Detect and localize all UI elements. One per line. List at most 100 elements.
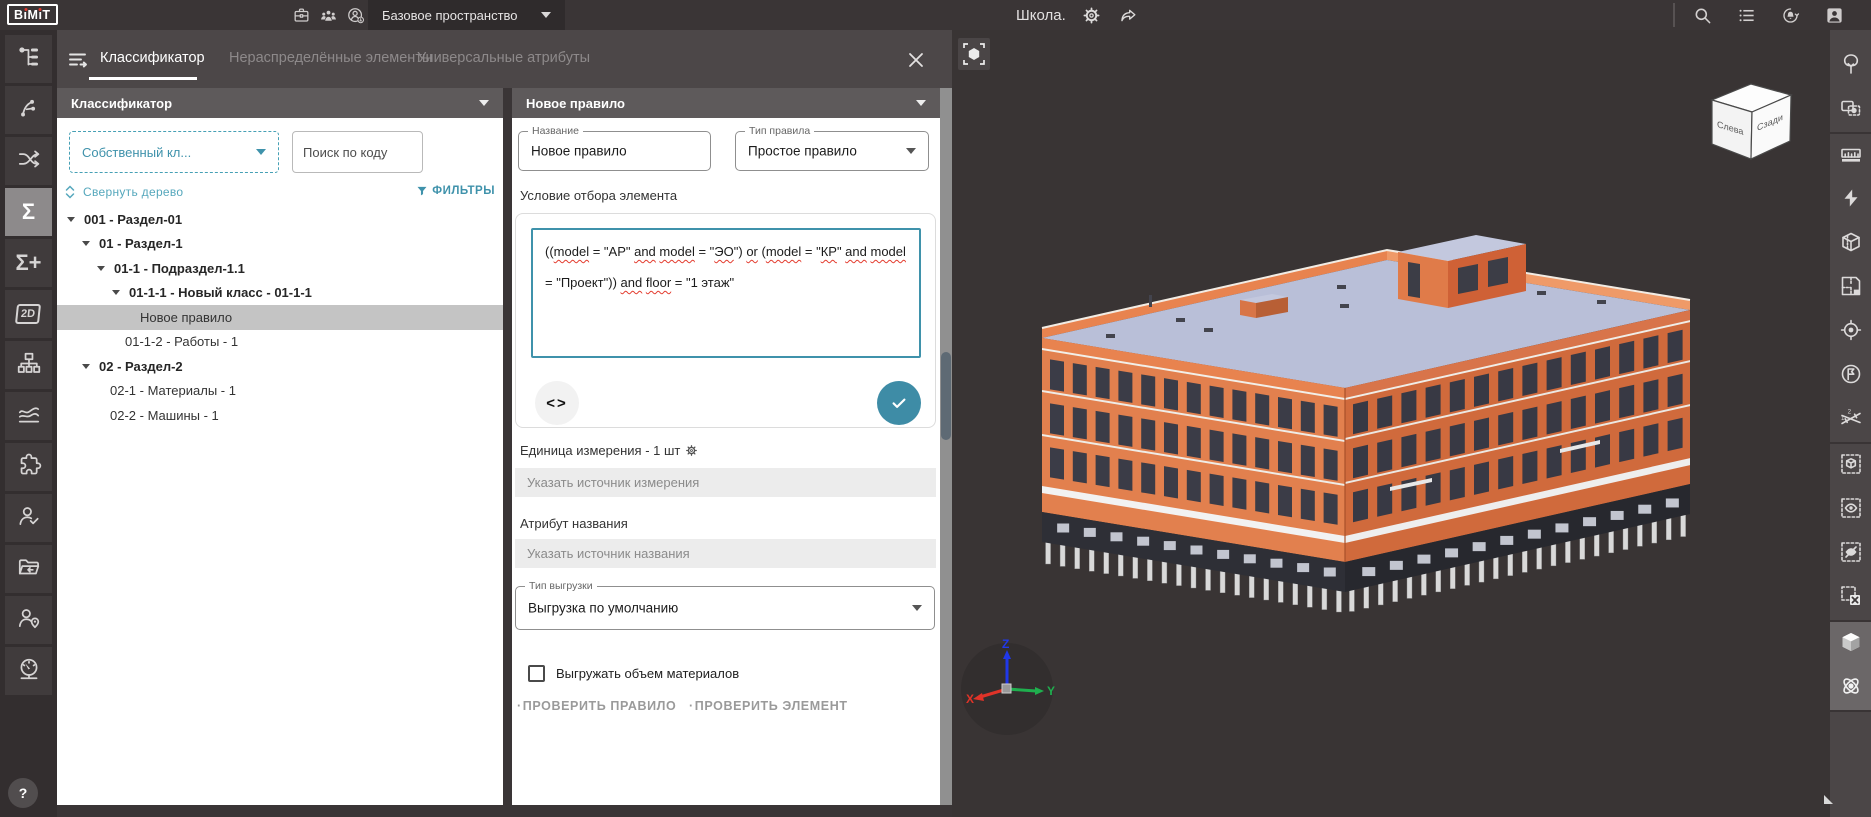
- tree-expand-caret-icon[interactable]: [82, 364, 90, 369]
- unit-gear-icon[interactable]: [685, 444, 698, 457]
- viewport-tool-flag[interactable]: [1830, 354, 1871, 398]
- tree-expand-caret-icon[interactable]: [67, 217, 75, 222]
- tree-item[interactable]: 02-2 - Машины - 1: [57, 403, 503, 428]
- viewport-tool-compare-versions[interactable]: 12: [1830, 398, 1871, 442]
- axis-z-label: Z: [1002, 637, 1009, 651]
- sidebar-item-puzzle[interactable]: [5, 443, 52, 491]
- orbit-icon: [1839, 674, 1863, 703]
- viewport-tool-section-box[interactable]: [1830, 222, 1871, 266]
- condition-input[interactable]: ((model = "АР" and model = "ЭО") or (mod…: [531, 228, 921, 358]
- rule-panel-header[interactable]: Новое правило: [512, 88, 940, 118]
- tree-item[interactable]: 02 - Раздел-2: [57, 354, 503, 379]
- team-icon[interactable]: [317, 4, 339, 26]
- tree-item[interactable]: 02-1 - Материалы - 1: [57, 379, 503, 404]
- collapse-tree-button[interactable]: Свернуть дерево: [64, 185, 183, 199]
- filters-button[interactable]: ФИЛЬТРЫ: [416, 185, 495, 197]
- tab-classifier[interactable]: Классификатор: [100, 50, 205, 66]
- viewport-tool-hide-eye[interactable]: [1830, 532, 1871, 576]
- view-cube[interactable]: Слева Сзади: [1712, 84, 1791, 159]
- sidebar-item-user-check[interactable]: [5, 494, 52, 542]
- viewport-tool-show-eye[interactable]: [1830, 488, 1871, 532]
- unit-source-field[interactable]: Указать источник измерения: [515, 468, 936, 497]
- sidebar-item-view-2d[interactable]: 2D: [5, 290, 52, 338]
- search-icon[interactable]: [1690, 3, 1714, 27]
- tree-expand-caret-icon[interactable]: [82, 241, 90, 246]
- locate-icon: [1839, 318, 1863, 347]
- avatar-icon[interactable]: [1822, 3, 1846, 27]
- tree-expand-caret-icon[interactable]: [112, 290, 120, 295]
- filters-label: ФИЛЬТРЫ: [432, 185, 495, 197]
- tree-item-label: 02-2 - Машины - 1: [110, 408, 219, 423]
- notifications-icon[interactable]: [1778, 3, 1802, 27]
- tree-item[interactable]: 01 - Раздел-1: [57, 232, 503, 257]
- tab-universal-attributes[interactable]: Универсальные атрибуты: [417, 50, 590, 66]
- floor-plan-icon: [1839, 274, 1863, 303]
- sidebar-item-shuffle[interactable]: [5, 137, 52, 185]
- check-rule-button[interactable]: ПРОВЕРИТЬ ПРАВИЛО: [517, 699, 676, 713]
- tree-item[interactable]: 01-1-1 - Новый класс - 01-1-1: [57, 281, 503, 306]
- settings-gear-icon[interactable]: [1081, 4, 1103, 26]
- classifier-select[interactable]: Собственный кл...: [69, 131, 279, 173]
- clear-selection-icon: [1839, 584, 1863, 613]
- tree-item[interactable]: 01-1-2 - Работы - 1: [57, 330, 503, 355]
- rule-name-field[interactable]: Название Новое правило: [518, 131, 711, 171]
- viewport-tool-floor-plan[interactable]: [1830, 266, 1871, 310]
- viewport-tool-locate[interactable]: [1830, 310, 1871, 354]
- rule-type-select[interactable]: Тип правила Простое правило: [735, 131, 929, 171]
- svg-text:2: 2: [1847, 408, 1851, 415]
- name-source-field[interactable]: Указать источник названия: [515, 539, 936, 568]
- viewport-resize-handle[interactable]: [1824, 795, 1833, 804]
- briefcase-icon[interactable]: [290, 4, 312, 26]
- sidebar-item-trend-lines[interactable]: [5, 392, 52, 440]
- sidebar-item-user-location[interactable]: [5, 596, 52, 644]
- classifier-panel-header[interactable]: Классификатор: [57, 88, 503, 118]
- sidebar-item-org-chart[interactable]: [5, 341, 52, 389]
- account-shield-icon[interactable]: [344, 4, 366, 26]
- code-mode-button[interactable]: <>: [535, 381, 579, 425]
- viewport-tool-ruler[interactable]: [1830, 134, 1871, 178]
- tree-item[interactable]: Новое правило: [57, 305, 503, 330]
- close-icon[interactable]: [907, 51, 925, 69]
- viewport-tool-tree-nature[interactable]: [1830, 44, 1871, 88]
- building-model[interactable]: [1042, 235, 1690, 612]
- viewport-tool-isolate-box[interactable]: [1830, 444, 1871, 488]
- toolbar-separator: [1830, 710, 1871, 712]
- sidebar-item-sigma-plus[interactable]: Σ+: [5, 239, 52, 287]
- workspace-select[interactable]: Базовое пространство: [368, 0, 565, 30]
- mid-scrollbar-thumb[interactable]: [941, 352, 951, 440]
- sidebar-item-sigma[interactable]: Σ: [5, 188, 52, 236]
- tree-item[interactable]: 01-1 - Подраздел-1.1: [57, 256, 503, 281]
- tab-unassigned-elements[interactable]: Нераспределённые элементы: [229, 50, 432, 66]
- viewport-tool-shaded-cube[interactable]: [1830, 622, 1871, 666]
- sidebar-item-folder-import[interactable]: [5, 545, 52, 593]
- mid-scrollbar-track[interactable]: [940, 88, 952, 805]
- tree-item[interactable]: 001 - Раздел-01: [57, 207, 503, 232]
- sidebar-item-classifier-tree[interactable]: [5, 35, 52, 83]
- sidebar-item-connections[interactable]: [5, 86, 52, 134]
- viewport-tool-flash[interactable]: [1830, 178, 1871, 222]
- export-type-select[interactable]: Тип выгрузки Выгрузка по умолчанию: [515, 586, 935, 630]
- code-search-input[interactable]: [292, 131, 423, 173]
- help-button[interactable]: ?: [8, 778, 38, 808]
- tab-bar: Классификатор Нераспределённые элементы …: [57, 30, 952, 88]
- select-mode-button[interactable]: [958, 38, 990, 70]
- materials-volume-label: Выгружать объем материалов: [556, 666, 739, 681]
- menu-list-icon[interactable]: [1734, 3, 1758, 27]
- classifier-select-value: Собственный кл...: [82, 145, 191, 160]
- check-element-button[interactable]: ПРОВЕРИТЬ ЭЛЕМЕНТ: [689, 699, 848, 713]
- viewport-tool-orbit[interactable]: [1830, 666, 1871, 710]
- viewport-3d[interactable]: Слева Сзади Z X Y: [952, 30, 1871, 817]
- tree-expand-caret-icon[interactable]: [97, 266, 105, 271]
- app-logo[interactable]: BıMıT: [7, 4, 58, 25]
- share-icon[interactable]: [1118, 4, 1140, 26]
- axis-gizmo[interactable]: Z X Y: [961, 637, 1055, 735]
- panel-menu-icon[interactable]: [67, 49, 89, 71]
- viewport-tool-clear-selection[interactable]: [1830, 576, 1871, 620]
- rule-type-value: Простое правило: [748, 144, 857, 159]
- sidebar-item-gauge[interactable]: [5, 647, 52, 695]
- org-chart-icon: [16, 350, 42, 381]
- flash-icon: [1839, 186, 1863, 215]
- viewport-tool-select-elements[interactable]: [1830, 88, 1871, 132]
- apply-condition-button[interactable]: [877, 381, 921, 425]
- materials-volume-checkbox[interactable]: [528, 665, 545, 682]
